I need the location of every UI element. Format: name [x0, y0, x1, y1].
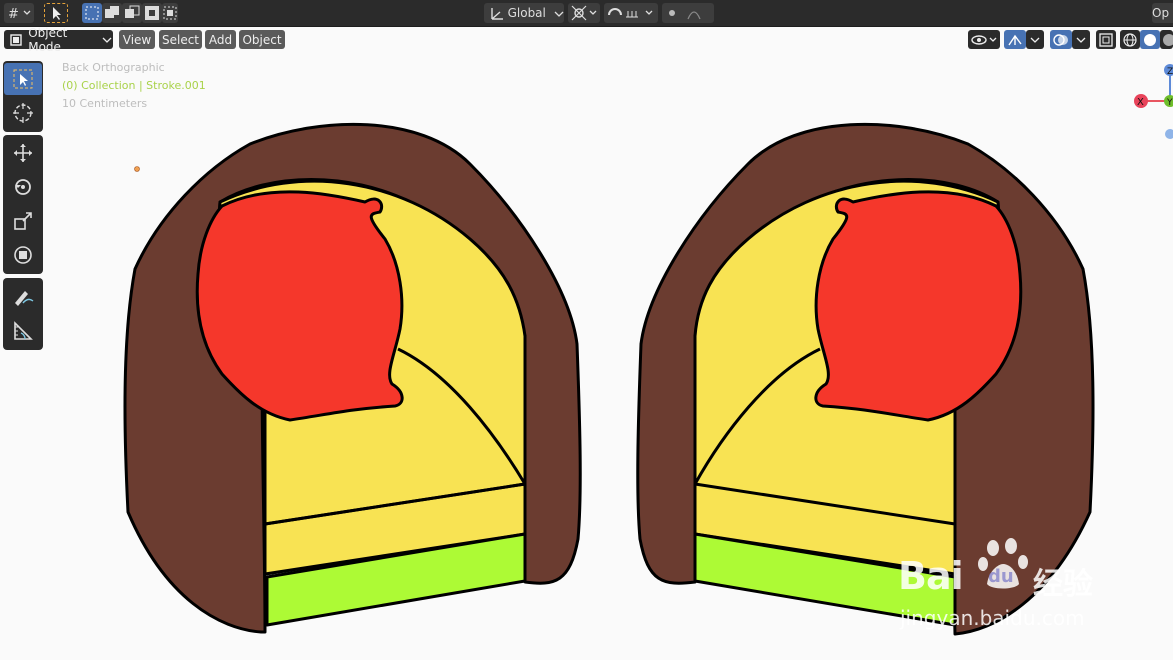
options-label: Op	[1152, 6, 1170, 20]
select-menu[interactable]: Select	[159, 30, 202, 49]
editor-type-button[interactable]: #	[4, 3, 34, 23]
select-tool-button[interactable]	[44, 3, 68, 23]
options-button[interactable]: Op	[1152, 3, 1173, 23]
3d-viewport[interactable]: Back Orthographic (0) Collection | Strok…	[0, 54, 1173, 660]
solid-sphere-icon	[1144, 33, 1156, 46]
select-menu-label: Select	[161, 32, 200, 47]
material-sphere-icon	[1163, 33, 1173, 46]
orientation-axes-icon	[491, 8, 503, 20]
add-menu[interactable]: Add	[205, 30, 236, 49]
watermark-url: jingyan.baidu.com	[900, 606, 1085, 630]
select-subtract-icon	[125, 5, 140, 18]
select-mode-extend-button[interactable]	[102, 3, 122, 23]
gizmo-dropdown[interactable]	[1026, 30, 1044, 49]
select-mode-invert-button[interactable]	[142, 3, 162, 23]
view-menu-label: View	[122, 32, 152, 47]
select-mode-new-button[interactable]	[82, 3, 102, 23]
gizmo-toggle[interactable]	[1004, 30, 1026, 49]
wireframe-sphere-icon	[1123, 32, 1137, 47]
eye-icon	[971, 34, 997, 45]
view-menu[interactable]: View	[119, 30, 155, 49]
overlays-dropdown[interactable]	[1072, 30, 1090, 49]
gizmo-icon	[1008, 34, 1022, 45]
viewport-header-top: # Global Op	[0, 0, 1173, 27]
overlay-circles-icon	[1053, 33, 1068, 46]
overlays-toggle[interactable]	[1050, 30, 1072, 49]
object-mode-icon	[10, 33, 22, 46]
svg-text:#: #	[8, 7, 19, 22]
snap-dropdown[interactable]	[604, 3, 658, 23]
grid-editor-icon: #	[8, 7, 31, 22]
chevron-down-icon	[554, 11, 564, 17]
left-sofa-stroke	[123, 122, 582, 634]
visibility-dropdown[interactable]	[968, 30, 1000, 49]
watermark-url-text: jingyan.baidu.com	[900, 606, 1085, 630]
select-box-icon	[85, 6, 99, 20]
proportional-falloff-icon	[669, 10, 701, 20]
proportional-editing-button[interactable]	[662, 3, 714, 23]
object-menu[interactable]: Object	[239, 30, 285, 49]
object-menu-label: Object	[242, 32, 282, 47]
mode-label: Object Mode	[28, 25, 68, 54]
cursor-arrow-icon	[53, 7, 61, 20]
orientation-label: Global	[507, 6, 546, 20]
watermark-du-text: du	[988, 566, 1014, 587]
select-mode-subtract-button[interactable]	[122, 3, 142, 23]
object-mode-dropdown[interactable]: Object Mode	[4, 26, 113, 54]
select-intersect-icon	[163, 6, 177, 20]
pivot-icon	[571, 5, 597, 21]
xray-toggle[interactable]	[1096, 30, 1116, 49]
viewport-header: Object Mode View Select Add Object	[0, 26, 1173, 54]
material-shading-button[interactable]	[1160, 30, 1173, 49]
solid-shading-button[interactable]	[1140, 30, 1160, 49]
wireframe-shading-button[interactable]	[1120, 30, 1140, 49]
chevron-down-icon	[1076, 37, 1086, 43]
select-mode-intersect-button[interactable]	[162, 3, 178, 23]
magnet-icon	[608, 8, 653, 18]
watermark-cn-text: 经验	[1033, 567, 1093, 602]
add-menu-label: Add	[208, 32, 233, 47]
watermark-cn: 经验	[1033, 559, 1093, 603]
chevron-down-icon	[102, 37, 112, 43]
pivot-point-dropdown[interactable]	[568, 3, 600, 23]
xray-icon	[1099, 32, 1113, 47]
select-invert-icon	[145, 6, 159, 20]
watermark-brand-text: Bai	[898, 554, 964, 598]
chevron-down-icon	[1030, 37, 1040, 43]
transform-orientation-dropdown[interactable]: Global	[484, 3, 564, 23]
watermark-du: du	[988, 566, 1014, 587]
watermark-brand: Bai	[898, 554, 964, 598]
select-extend-icon	[105, 6, 119, 18]
